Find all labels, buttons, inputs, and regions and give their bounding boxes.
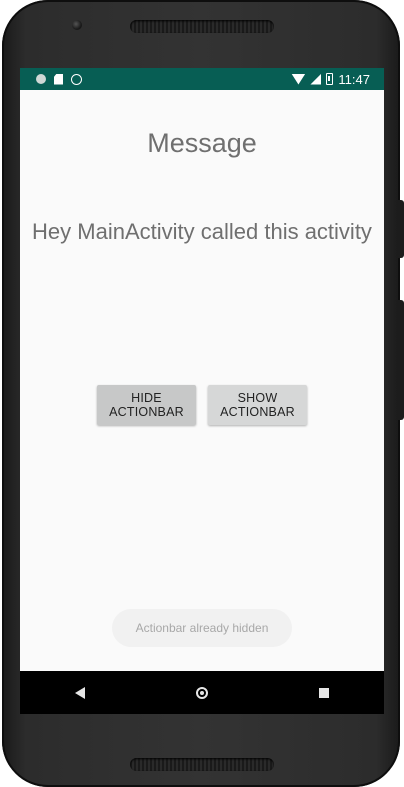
signal-icon <box>310 73 322 85</box>
notification-dot-icon <box>36 74 46 84</box>
status-bar: 11:47 <box>20 68 384 90</box>
message-text: Hey MainActivity called this activity <box>32 219 372 244</box>
toast-text: Actionbar already hidden <box>135 621 269 635</box>
battery-icon <box>326 73 334 85</box>
front-camera <box>72 20 82 30</box>
navigation-bar <box>20 671 384 714</box>
wifi-icon <box>291 73 306 85</box>
power-button <box>398 200 404 258</box>
hide-actionbar-label: HIDE ACTIONBAR <box>109 391 184 419</box>
hide-actionbar-button[interactable]: HIDE ACTIONBAR <box>97 385 196 425</box>
sd-card-icon <box>54 73 63 85</box>
home-icon[interactable] <box>195 686 208 699</box>
show-actionbar-button[interactable]: SHOW ACTIONBAR <box>208 385 307 425</box>
toast-message: Actionbar already hidden <box>112 609 292 647</box>
recents-icon[interactable] <box>318 687 329 698</box>
top-speaker <box>130 20 274 33</box>
show-actionbar-label: SHOW ACTIONBAR <box>220 391 295 419</box>
volume-buttons <box>398 300 404 420</box>
back-icon[interactable] <box>75 686 86 699</box>
whatsapp-icon <box>71 73 82 85</box>
page-title: Message <box>147 128 257 158</box>
phone-frame: 11:47 Message Hey MainActivity called th… <box>2 0 400 787</box>
screen: 11:47 Message Hey MainActivity called th… <box>20 68 384 714</box>
status-time: 11:47 <box>338 71 370 87</box>
bottom-speaker <box>130 758 274 771</box>
